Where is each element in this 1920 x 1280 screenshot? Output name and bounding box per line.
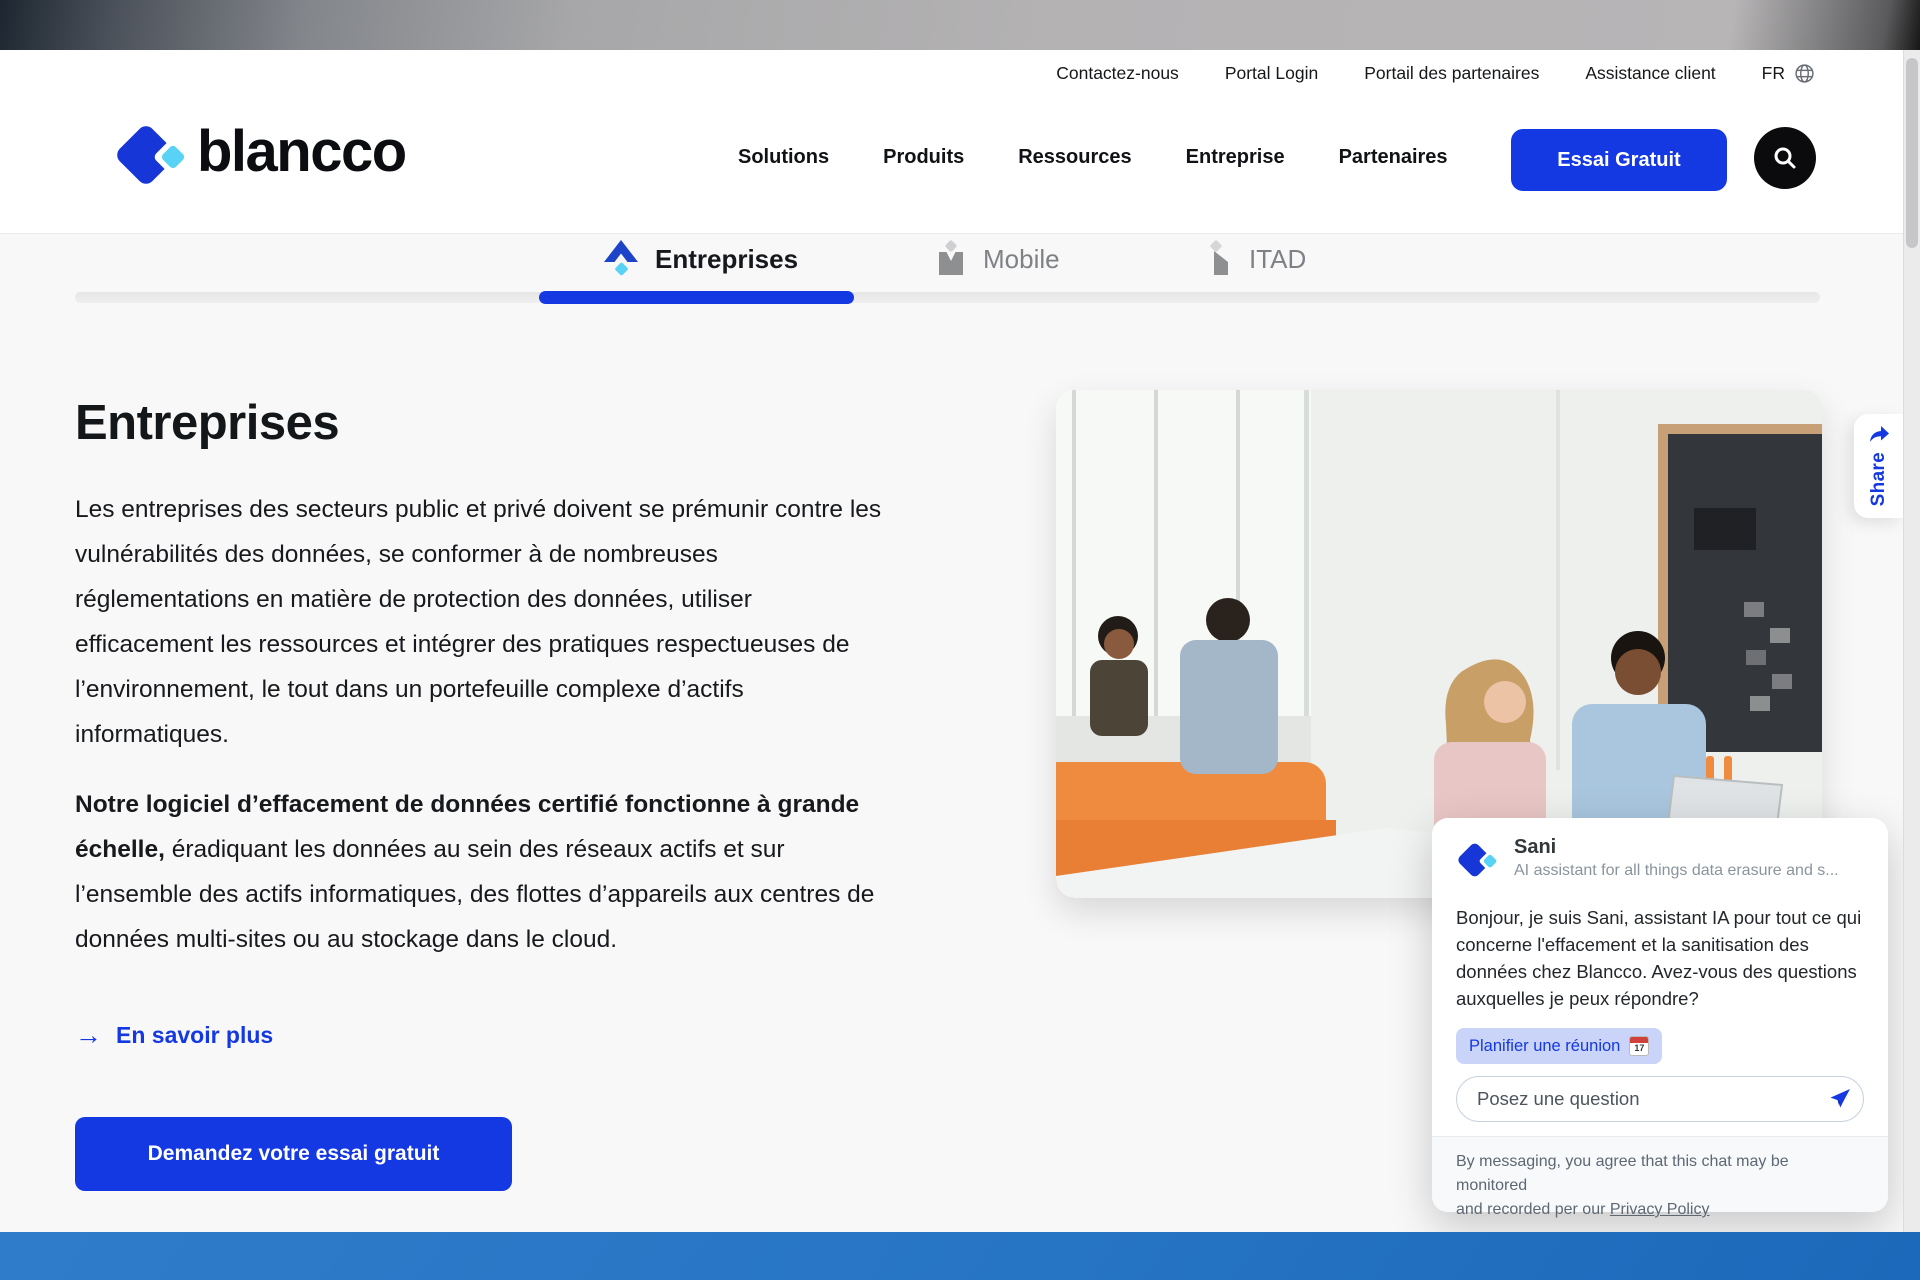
chat-assistant-name: Sani	[1514, 836, 1839, 859]
intro-paragraph: Les entreprises des secteurs public et p…	[75, 487, 890, 757]
share-tab[interactable]: Share	[1854, 414, 1903, 518]
header: Contactez-nous Portal Login Portail des …	[0, 50, 1920, 233]
top-blurred-banner	[0, 0, 1920, 50]
chat-widget: Sani AI assistant for all things data er…	[1432, 818, 1888, 1212]
search-icon	[1772, 145, 1798, 171]
chat-assistant-subtitle: AI assistant for all things data erasure…	[1514, 862, 1839, 880]
language-selector[interactable]: FR	[1762, 63, 1815, 84]
mobile-diamond-icon	[932, 240, 970, 278]
tab-entreprises-label: Entreprises	[655, 244, 798, 275]
software-paragraph: Notre logiciel d’effacement de données c…	[75, 782, 890, 962]
sani-avatar-icon	[1456, 836, 1498, 884]
right-arrow-icon: →	[75, 1020, 102, 1051]
calendar-icon: 17	[1629, 1036, 1649, 1056]
language-label: FR	[1762, 63, 1785, 84]
utility-link-contact[interactable]: Contactez-nous	[1056, 63, 1179, 84]
software-paragraph-rest: éradiquant les données au sein des résea…	[75, 836, 874, 953]
utility-nav: Contactez-nous Portal Login Portail des …	[1056, 63, 1815, 84]
nav-item-produits[interactable]: Produits	[883, 146, 964, 169]
utility-link-portal-login[interactable]: Portal Login	[1225, 63, 1318, 84]
page-title: Entreprises	[75, 395, 339, 451]
send-button[interactable]	[1822, 1081, 1858, 1117]
request-trial-button[interactable]: Demandez votre essai gratuit	[75, 1117, 512, 1191]
learn-more-link[interactable]: → En savoir plus	[75, 1020, 273, 1051]
page: Contactez-nous Portal Login Portail des …	[0, 0, 1920, 1280]
privacy-policy-link[interactable]: Privacy Policy	[1610, 1201, 1710, 1218]
tab-mobile-label: Mobile	[983, 244, 1060, 275]
enterprise-arrow-icon	[600, 237, 642, 281]
share-label: Share	[1868, 452, 1890, 506]
search-button[interactable]	[1754, 127, 1816, 189]
share-arrow-icon	[1868, 425, 1890, 444]
schedule-meeting-button[interactable]: Planifier une réunion 17	[1456, 1028, 1662, 1064]
globe-icon	[1794, 63, 1815, 84]
disclaimer-line1: By messaging, you agree that this chat m…	[1456, 1153, 1789, 1194]
disclaimer-line2: and recorded per our	[1456, 1201, 1610, 1218]
blancco-logo-icon	[113, 114, 187, 196]
tab-mobile[interactable]: Mobile	[932, 240, 1060, 278]
scrollbar-thumb[interactable]	[1906, 58, 1918, 248]
main-nav: Solutions Produits Ressources Entreprise…	[738, 146, 1448, 169]
tab-itad[interactable]: ITAD	[1202, 240, 1306, 278]
utility-link-partner-portal[interactable]: Portail des partenaires	[1364, 63, 1539, 84]
send-icon	[1828, 1087, 1852, 1111]
schedule-meeting-label: Planifier une réunion	[1469, 1037, 1620, 1056]
chat-message: Bonjour, je suis Sani, assistant IA pour…	[1456, 904, 1876, 1012]
nav-item-solutions[interactable]: Solutions	[738, 146, 829, 169]
tab-itad-label: ITAD	[1249, 244, 1306, 275]
tab-progress-track	[75, 292, 1820, 303]
chat-input-wrapper	[1456, 1076, 1864, 1122]
free-trial-button[interactable]: Essai Gratuit	[1511, 129, 1727, 191]
blancco-logo[interactable]: blancco	[113, 114, 406, 196]
nav-item-entreprise[interactable]: Entreprise	[1186, 146, 1285, 169]
chat-header: Sani AI assistant for all things data er…	[1456, 836, 1839, 884]
nav-item-partenaires[interactable]: Partenaires	[1339, 146, 1448, 169]
scrollbar-track	[1903, 50, 1920, 1280]
brand-name: blancco	[197, 123, 406, 187]
nav-item-ressources[interactable]: Ressources	[1018, 146, 1131, 169]
itad-diamond-icon	[1202, 240, 1236, 278]
bottom-blue-band	[0, 1232, 1920, 1280]
tab-progress-indicator	[539, 291, 854, 304]
chat-question-input[interactable]	[1456, 1076, 1864, 1122]
tab-entreprises[interactable]: Entreprises	[600, 237, 798, 281]
chat-disclaimer: By messaging, you agree that this chat m…	[1432, 1136, 1888, 1212]
learn-more-label: En savoir plus	[116, 1022, 273, 1049]
utility-link-support[interactable]: Assistance client	[1585, 63, 1715, 84]
